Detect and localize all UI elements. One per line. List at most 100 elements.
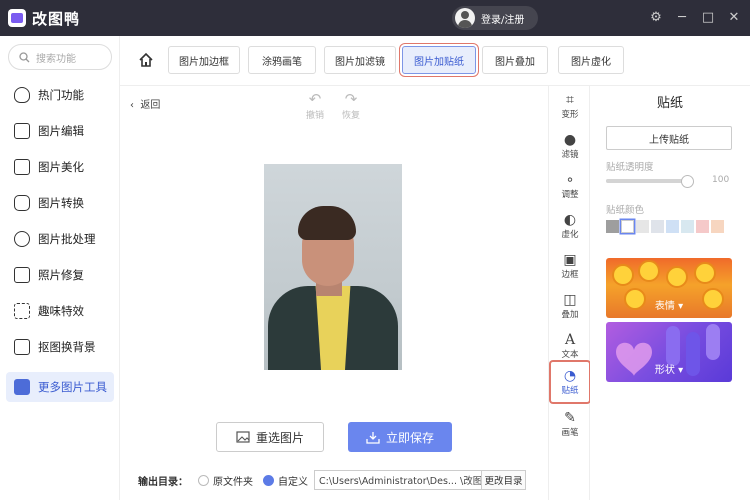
opacity-value: 100: [712, 175, 730, 185]
sticker-icon: ◔: [563, 368, 577, 384]
close-icon[interactable]: ✕: [722, 6, 746, 30]
undo-label: 撤销: [305, 111, 324, 121]
sidebar-item-edit[interactable]: 图片编辑: [6, 116, 114, 146]
toolbox-icon: [14, 379, 30, 395]
undo-button[interactable]: ↶ 撤销: [300, 90, 330, 121]
emoji-icon: [638, 260, 660, 282]
radio-original-folder[interactable]: [198, 474, 209, 486]
tab-doodle-brush[interactable]: 涂鸦画笔: [248, 46, 316, 74]
login-button[interactable]: 登录/注册: [452, 6, 538, 30]
sidebar-item-hot[interactable]: 热门功能: [6, 80, 114, 110]
blur-icon: ◐: [563, 212, 577, 228]
batch-icon: [14, 231, 30, 247]
tab-add-filter[interactable]: 图片加滤镜: [324, 46, 396, 74]
output-label: 输出目录：: [138, 476, 188, 488]
image-icon: [236, 431, 250, 443]
color-swatch[interactable]: [651, 220, 664, 233]
sticker-panel: 贴纸 上传贴纸 贴纸透明度 100 贴纸颜色 表情 ▾ 形状 ▾: [590, 86, 750, 500]
sidebar-item-batch[interactable]: 图片批处理: [6, 224, 114, 254]
tool-sticker[interactable]: ◔ 贴纸: [551, 362, 589, 402]
feature-toolbar: 图片加边框 涂鸦画笔 图片加滤镜 图片加贴纸 图片叠加 图片虚化: [120, 36, 750, 86]
photo-jacket: [268, 286, 398, 370]
card-label: 形状 ▾: [654, 365, 684, 376]
tool-adjust[interactable]: ∘ 调整: [551, 166, 589, 206]
sidebar-item-label: 图片美化: [38, 160, 84, 174]
tool-transform[interactable]: ⌗ 变形: [551, 86, 589, 126]
minimize-icon[interactable]: ─: [670, 6, 694, 30]
sidebar-item-label: 趣味特效: [38, 304, 84, 318]
output-path-field[interactable]: C:\Users\Administrator\Des... \改图鸭: [314, 470, 482, 490]
sidebar-item-repair[interactable]: 照片修复: [6, 260, 114, 290]
text-icon: A: [564, 332, 576, 348]
color-swatches: [606, 220, 724, 233]
tool-label: 叠加: [561, 310, 579, 320]
home-icon[interactable]: [138, 52, 154, 68]
tool-border[interactable]: ▣ 边框: [551, 246, 589, 286]
tab-add-border[interactable]: 图片加边框: [168, 46, 240, 74]
sidebar-item-label: 抠图换背景: [38, 340, 96, 354]
color-swatch[interactable]: [636, 220, 649, 233]
tool-filter[interactable]: ● 滤镜: [551, 126, 589, 166]
sidebar-item-label: 照片修复: [38, 268, 84, 282]
opacity-slider-knob[interactable]: [681, 175, 694, 188]
back-button[interactable]: ‹ 返回: [130, 96, 160, 111]
sidebar-item-label: 热门功能: [38, 88, 84, 102]
tool-label: 调整: [561, 190, 579, 200]
color-label: 贴纸颜色: [606, 205, 645, 216]
sidebar-item-label: 图片批处理: [38, 232, 96, 246]
search-input[interactable]: 搜索功能: [8, 44, 112, 70]
login-label: 登录/注册: [481, 14, 525, 26]
color-swatch[interactable]: [666, 220, 679, 233]
settings-icon[interactable]: ⚙: [644, 6, 668, 30]
image-edit-icon: [14, 123, 30, 139]
border-icon: ▣: [563, 252, 577, 268]
color-swatch[interactable]: [681, 220, 694, 233]
redo-button[interactable]: ↷ 恢复: [336, 90, 366, 121]
original-folder-label: 原文件夹: [213, 476, 253, 488]
tool-label: 虚化: [561, 230, 579, 240]
change-directory-button[interactable]: 更改目录: [482, 470, 526, 490]
color-swatch[interactable]: [696, 220, 709, 233]
tool-blur[interactable]: ◐ 虚化: [551, 206, 589, 246]
tool-text[interactable]: A 文本: [551, 326, 589, 366]
flame-icon: [14, 87, 30, 103]
search-icon: [19, 51, 30, 62]
editor-canvas: ‹ 返回 ↶ 撤销 ↷ 恢复 重选图片 立即保存 输出目录： 原文件夹 自定义 C:…: [120, 86, 548, 500]
emoji-icon: [612, 264, 634, 286]
redo-icon: ↷: [344, 90, 358, 108]
back-label: 返回: [140, 100, 161, 111]
tool-label: 滤镜: [561, 150, 579, 160]
undo-icon: ↶: [308, 90, 322, 108]
color-swatch[interactable]: [606, 220, 619, 233]
tool-overlay[interactable]: ◫ 叠加: [551, 286, 589, 326]
overlay-icon: ◫: [563, 292, 577, 308]
image-convert-icon: [14, 195, 30, 211]
tool-brush[interactable]: ✎ 画笔: [551, 404, 589, 444]
tab-image-blur[interactable]: 图片虚化: [558, 46, 624, 74]
sticker-category-shape[interactable]: 形状 ▾: [606, 322, 732, 382]
color-swatch[interactable]: [711, 220, 724, 233]
opacity-slider[interactable]: [606, 179, 690, 183]
tab-add-sticker[interactable]: 图片加贴纸: [402, 46, 476, 74]
card-label: 表情 ▾: [654, 301, 684, 312]
sidebar-item-cutout[interactable]: 抠图换背景: [6, 332, 114, 362]
sticker-category-emoji[interactable]: 表情 ▾: [606, 258, 732, 318]
photo-hair: [298, 206, 356, 240]
opacity-fill: [606, 179, 690, 183]
emoji-icon: [702, 288, 724, 310]
tab-image-overlay[interactable]: 图片叠加: [482, 46, 548, 74]
color-swatch[interactable]: [621, 220, 634, 233]
opacity-label: 贴纸透明度: [606, 162, 654, 173]
panel-title: 贴纸: [656, 96, 683, 111]
sidebar-item-more-tools[interactable]: 更多图片工具: [6, 372, 114, 402]
tool-label: 贴纸: [561, 386, 579, 396]
radio-custom[interactable]: [263, 474, 274, 486]
sidebar-item-beautify[interactable]: 图片美化: [6, 152, 114, 182]
maximize-icon[interactable]: □: [696, 6, 720, 30]
reselect-image-button[interactable]: 重选图片: [216, 422, 324, 452]
edited-photo[interactable]: [264, 164, 402, 370]
sidebar-item-convert[interactable]: 图片转换: [6, 188, 114, 218]
save-now-button[interactable]: 立即保存: [348, 422, 452, 452]
sidebar-item-effects[interactable]: 趣味特效: [6, 296, 114, 326]
upload-sticker-button[interactable]: 上传贴纸: [606, 126, 732, 150]
